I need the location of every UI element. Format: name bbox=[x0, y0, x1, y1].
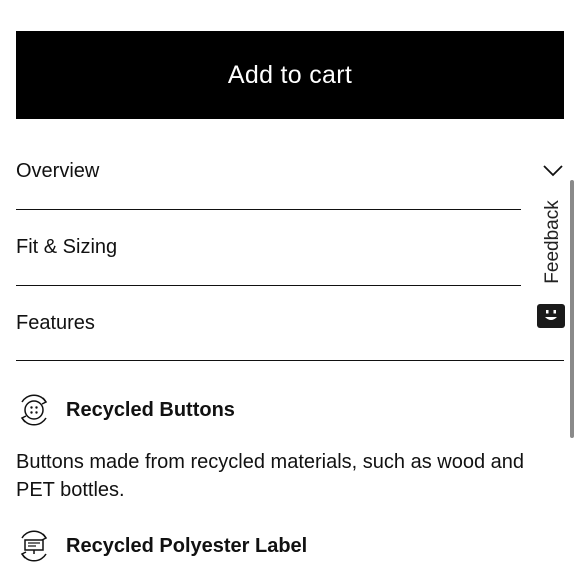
add-to-cart-button[interactable]: Add to cart bbox=[16, 31, 564, 119]
feedback-face-icon[interactable] bbox=[537, 304, 565, 328]
recycled-label-icon bbox=[20, 530, 48, 562]
feature-title: Recycled Buttons bbox=[66, 398, 235, 421]
accordion-features[interactable]: Features bbox=[16, 286, 564, 361]
feature-recycled-buttons: Recycled Buttons bbox=[16, 392, 235, 428]
recycled-buttons-icon bbox=[20, 394, 48, 426]
feature-description: Buttons made from recycled materials, su… bbox=[16, 451, 525, 501]
accordion-fit-sizing-label: Fit & Sizing bbox=[16, 236, 118, 258]
accordion-overview[interactable]: Overview bbox=[16, 134, 521, 210]
feature-title: Recycled Polyester Label bbox=[66, 534, 308, 557]
chevron-down-icon[interactable] bbox=[542, 163, 564, 179]
accordion-features-label: Features bbox=[16, 311, 95, 334]
accordion-overview-label: Overview bbox=[16, 160, 100, 182]
product-details-panel: Add to cart Overview Fit & Sizing Featur… bbox=[0, 0, 580, 580]
scrollbar-thumb[interactable] bbox=[570, 180, 574, 438]
feature-recycled-label: Recycled Polyester Label bbox=[16, 528, 307, 564]
feedback-label[interactable]: Feedback bbox=[542, 200, 564, 283]
accordion-fit-sizing[interactable]: Fit & Sizing bbox=[16, 210, 521, 286]
